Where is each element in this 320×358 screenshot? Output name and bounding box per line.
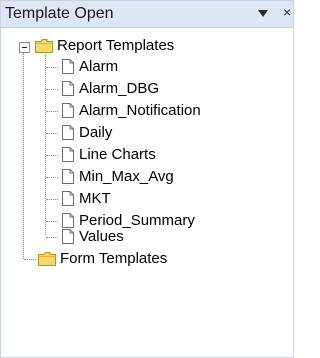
document-icon xyxy=(62,103,74,118)
tree-connector xyxy=(46,111,58,112)
tree-item-min-max-avg[interactable]: Min_Max_Avg xyxy=(1,167,291,187)
panel-title: Template Open xyxy=(5,5,114,22)
tree-item-label: Values xyxy=(79,228,124,245)
document-icon xyxy=(62,229,74,244)
tree-connector xyxy=(46,237,58,238)
tree-node-label: Report Templates xyxy=(57,37,175,54)
tree-item-daily[interactable]: Daily xyxy=(1,123,291,143)
panel-titlebar: Template Open × xyxy=(1,1,293,28)
tree-item-label: Daily xyxy=(79,124,113,141)
tree-item-label: Alarm xyxy=(79,58,119,75)
triangle-down-icon[interactable] xyxy=(258,10,268,18)
tree-item-label: Min_Max_Avg xyxy=(79,168,174,185)
tree-item-label: Alarm_DBG xyxy=(79,80,160,97)
document-icon xyxy=(62,147,74,162)
tree-item-line-charts[interactable]: Line Charts xyxy=(1,145,291,165)
tree-connector xyxy=(46,199,58,200)
tree-connector xyxy=(46,221,58,222)
close-icon[interactable]: × xyxy=(283,4,291,20)
tree-item-label: Alarm_Notification xyxy=(79,102,201,119)
tree-item-alarm-notification[interactable]: Alarm_Notification xyxy=(1,101,291,121)
tree-node-report-templates[interactable]: Report Templates xyxy=(1,27,291,54)
tree-connector xyxy=(46,89,58,90)
tree-item-alarm[interactable]: Alarm xyxy=(1,57,291,77)
tree-item-alarm-dbg[interactable]: Alarm_DBG xyxy=(1,79,291,99)
document-icon xyxy=(62,213,74,228)
folder-icon xyxy=(38,252,56,266)
document-icon xyxy=(62,191,74,206)
document-icon xyxy=(62,125,74,140)
tree-node-form-templates[interactable]: Form Templates xyxy=(1,249,291,269)
tree-connector xyxy=(46,177,58,178)
tree-item-mkt[interactable]: MKT xyxy=(1,189,291,209)
template-tree: Report Templates Alarm Alarm_DBG Alarm_N… xyxy=(1,27,293,357)
tree-connector xyxy=(46,155,58,156)
tree-item-label: MKT xyxy=(79,190,111,207)
template-open-panel: Template Open × Report Templates Alarm A… xyxy=(0,0,294,358)
tree-node-label: Form Templates xyxy=(60,250,168,267)
tree-connector xyxy=(46,67,58,68)
collapse-toggle[interactable] xyxy=(19,42,30,53)
document-icon xyxy=(62,81,74,96)
document-icon xyxy=(62,169,74,184)
tree-connector xyxy=(46,133,58,134)
folder-icon xyxy=(35,39,53,53)
tree-item-label: Line Charts xyxy=(79,146,156,163)
tree-item-values[interactable]: Values xyxy=(1,227,291,247)
document-icon xyxy=(62,59,74,74)
